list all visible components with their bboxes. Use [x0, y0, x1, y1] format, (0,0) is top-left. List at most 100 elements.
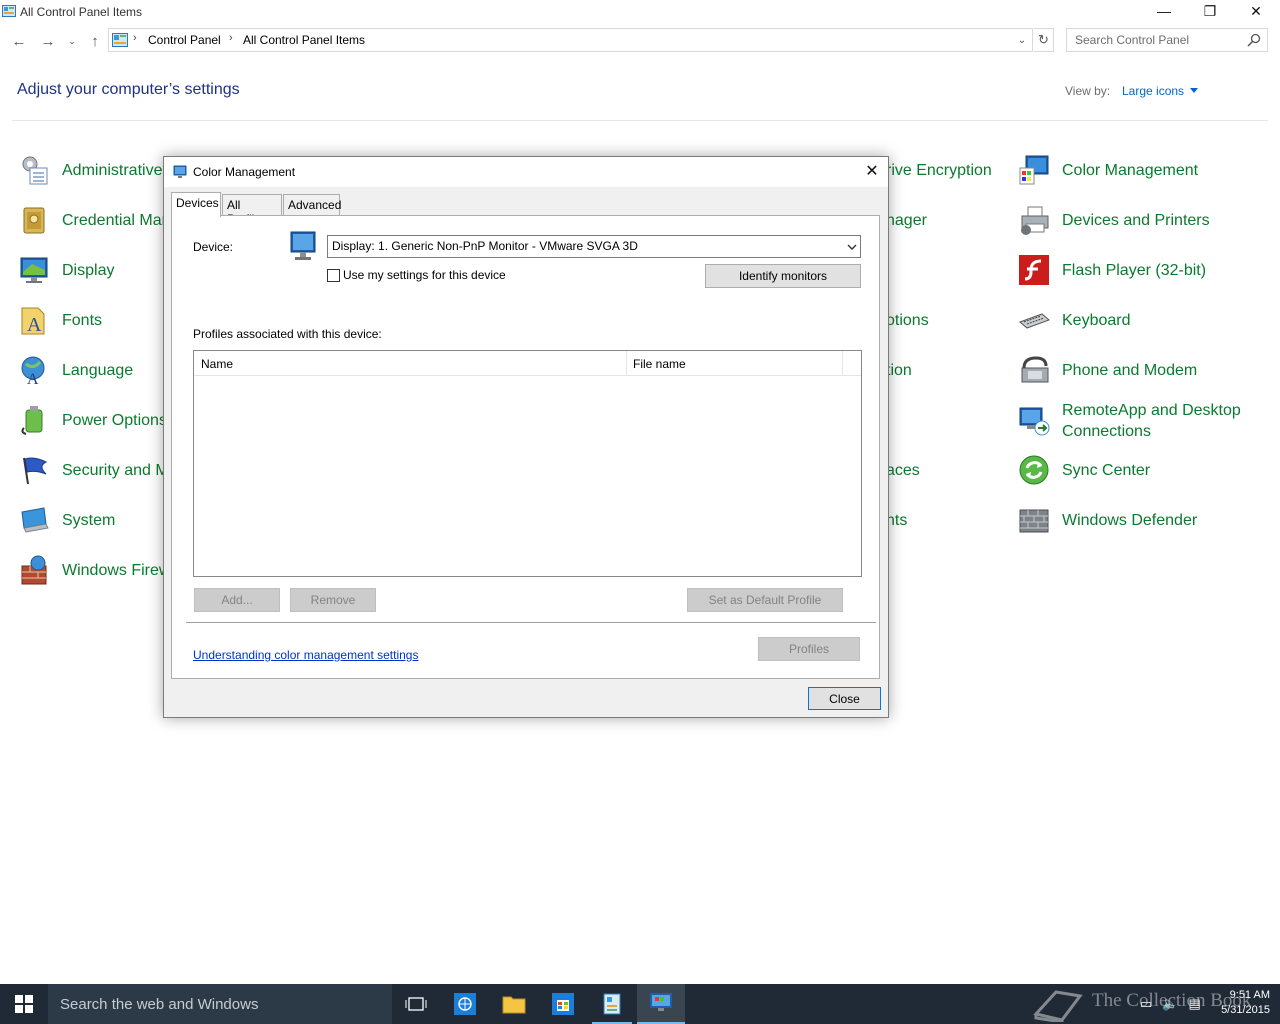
tab-devices[interactable]: Devices	[171, 192, 221, 217]
forward-button[interactable]: →	[38, 31, 58, 51]
system-icon	[21, 507, 49, 533]
address-bar[interactable]: › Control Panel › All Control Panel Item…	[108, 28, 1033, 52]
add-button[interactable]: Add...	[194, 588, 280, 612]
profiles-list[interactable]: Name File name	[193, 350, 862, 577]
identify-monitors-button[interactable]: Identify monitors	[705, 264, 861, 288]
close-button[interactable]: Close	[808, 687, 881, 710]
taskbar-color-management[interactable]	[637, 984, 685, 1024]
device-select[interactable]: Display: 1. Generic Non-PnP Monitor - VM…	[327, 235, 861, 258]
start-button[interactable]	[0, 984, 48, 1024]
color-management-icon	[1019, 155, 1049, 185]
cp-item-label: tion	[886, 361, 912, 379]
printer-icon	[1021, 206, 1049, 235]
close-window-button[interactable]: ✕	[1233, 0, 1279, 22]
search-icon	[1247, 33, 1261, 47]
dialog-close-button[interactable]: ✕	[862, 161, 882, 181]
taskbar-store[interactable]	[539, 984, 587, 1024]
cp-item-label: rive Encryption	[886, 161, 992, 179]
restore-icon: ❐	[1203, 2, 1217, 19]
keyboard-icon	[1019, 313, 1050, 329]
cp-item-label: nts	[886, 511, 908, 529]
set-default-profile-button[interactable]: Set as Default Profile	[687, 588, 843, 612]
view-by-value: Large icons	[1122, 84, 1185, 98]
taskbar-control-panel[interactable]	[588, 984, 636, 1024]
administrative-tools-icon	[22, 156, 48, 185]
chevron-down-icon: ⌄	[68, 35, 76, 46]
close-icon: ✕	[865, 163, 879, 180]
devices-tab-panel: Device: Display: 1. Generic Non-PnP Moni…	[171, 215, 880, 679]
dialog-title: Color Management	[193, 165, 296, 179]
store-icon	[552, 993, 574, 1015]
profiles-button[interactable]: Profiles	[758, 637, 860, 661]
volume-icon[interactable]: 🔈	[1162, 996, 1178, 1012]
clock-date: 5/31/2015	[1221, 1004, 1270, 1016]
minimize-icon: —	[1157, 3, 1171, 19]
windows-logo-icon	[15, 995, 33, 1013]
remove-button[interactable]: Remove	[290, 588, 376, 612]
search-input[interactable]	[1067, 29, 1247, 51]
address-dropdown-icon[interactable]: ⌄	[1014, 31, 1030, 49]
cp-item-label: Sync Center	[1062, 461, 1151, 479]
remote-desktop-icon	[1019, 407, 1050, 436]
help-link[interactable]: Understanding color management settings	[193, 648, 418, 662]
color-management-icon	[173, 165, 187, 178]
tab-advanced[interactable]: Advanced	[283, 194, 341, 216]
breadcrumb-separator-icon: ›	[133, 32, 137, 44]
maximize-button[interactable]: ❐	[1187, 0, 1233, 22]
breadcrumb-control-panel[interactable]: Control Panel	[148, 33, 221, 47]
up-button[interactable]: ↑	[85, 31, 105, 51]
credential-manager-icon	[23, 207, 45, 234]
view-by-dropdown[interactable]: Large icons	[1122, 84, 1199, 98]
flag-icon	[23, 457, 48, 485]
taskbar-search-box[interactable]: Search the web and Windows	[48, 984, 392, 1024]
taskbar-search-text: Search the web and Windows	[60, 996, 259, 1013]
page-title: Adjust your computer’s settings	[17, 81, 240, 98]
device-label: Device:	[193, 240, 234, 254]
cp-item-label: nager	[886, 211, 927, 229]
task-view-icon	[405, 997, 427, 1011]
close-icon: ✕	[1250, 2, 1262, 19]
taskbar-ie[interactable]	[441, 984, 489, 1024]
cp-item-label: Display	[62, 261, 115, 279]
search-box[interactable]	[1066, 28, 1268, 52]
window-title: All Control Panel Items	[20, 5, 143, 19]
tab-all-profiles[interactable]: All Profiles	[222, 194, 282, 226]
svg-text:A: A	[27, 314, 42, 336]
power-options-icon	[21, 406, 43, 435]
back-arrow-icon: ←	[11, 32, 27, 50]
color-management-dialog: Color Management ✕ Devices All Profiles …	[163, 156, 889, 718]
device-select-value: Display: 1. Generic Non-PnP Monitor - VM…	[332, 239, 638, 253]
up-arrow-icon: ↑	[91, 32, 99, 50]
dialog-title-bar: Color Management ✕	[164, 157, 888, 187]
taskbar-clock[interactable]: 9:51 AM 5/31/2015	[1210, 988, 1270, 1018]
cp-item-label: RemoteApp and Desktop Connections	[1062, 400, 1252, 442]
refresh-button[interactable]: ↻	[1034, 28, 1054, 52]
back-button[interactable]: ←	[9, 31, 29, 51]
language-icon: A	[21, 356, 45, 386]
breadcrumb-all-items[interactable]: All Control Panel Items	[243, 33, 365, 47]
caret-down-icon	[1190, 88, 1199, 93]
cp-item-label: otions	[886, 311, 929, 329]
cp-item-label: Language	[62, 361, 134, 379]
color-management-icon	[650, 993, 672, 1011]
taskbar-file-explorer[interactable]	[490, 984, 538, 1024]
navigation-bar: ← → ⌄ ↑ › Control Panel › All Control Pa…	[0, 28, 1280, 54]
task-view-button[interactable]	[392, 984, 440, 1024]
folder-icon	[502, 996, 526, 1014]
control-panel-icon	[112, 33, 128, 47]
minimize-button[interactable]: —	[1141, 0, 1187, 22]
recent-locations-button[interactable]: ⌄	[62, 31, 82, 51]
use-my-settings-checkbox[interactable]	[327, 269, 340, 282]
cp-item-label: Phone and Modem	[1062, 361, 1198, 379]
firewall-icon	[21, 555, 47, 585]
action-center-icon[interactable]: ▤	[1188, 996, 1200, 1012]
column-header-file-name[interactable]: File name	[633, 357, 686, 371]
cp-item-label: Credential Man	[62, 211, 171, 229]
column-header-name[interactable]: Name	[201, 357, 233, 371]
list-header: Name File name	[194, 351, 861, 376]
taskbar: Search the web and Windows ▭ 🔈 ▤ 9:51 AM…	[0, 984, 1280, 1024]
network-icon[interactable]: ▭	[1140, 996, 1152, 1012]
section-divider	[186, 622, 876, 623]
cp-item-label: Windows Firew	[62, 561, 171, 579]
control-panel-icon	[2, 5, 16, 17]
